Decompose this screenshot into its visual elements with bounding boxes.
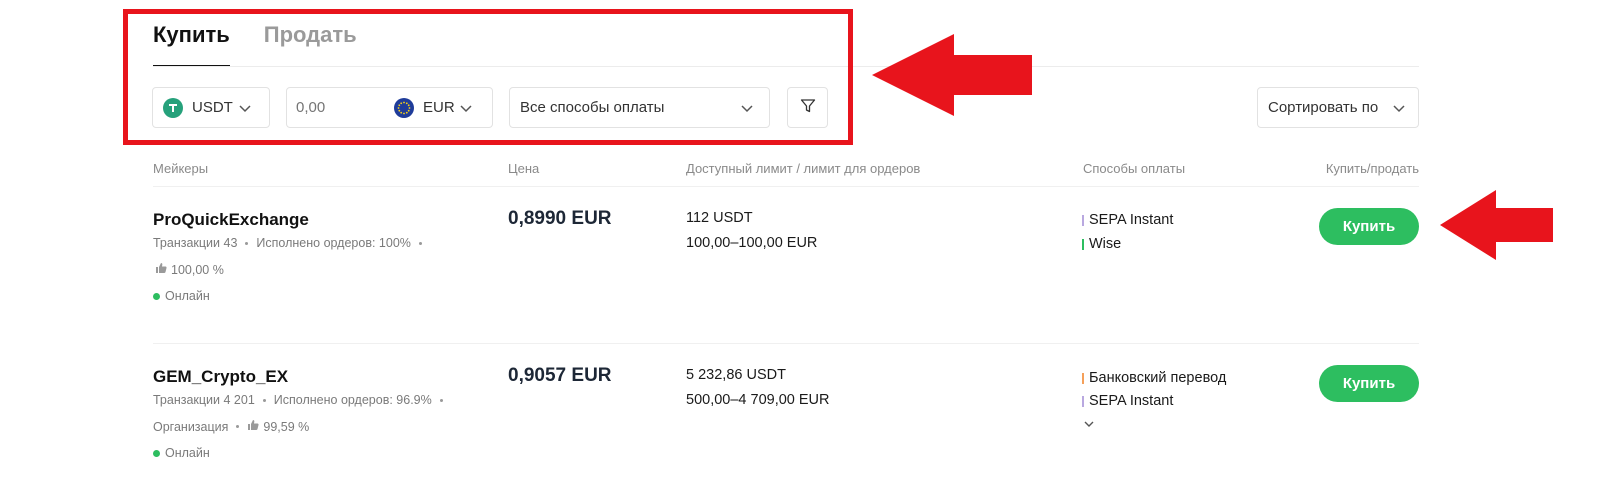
completion-rate: Исполнено ордеров: 100% (256, 236, 411, 250)
sort-select[interactable]: Сортировать по (1257, 87, 1419, 128)
payment-method-label: Wise (1089, 236, 1122, 252)
payment-method: SEPA Instant (1082, 393, 1173, 409)
column-header-price: Цена (508, 161, 540, 176)
offer-price: 0,9057 EUR (508, 365, 612, 386)
online-status: Онлайн (153, 289, 210, 303)
column-header-action: Купить/продать (1325, 161, 1419, 176)
online-dot-icon (153, 449, 160, 457)
online-label: Онлайн (165, 289, 210, 303)
payment-method: Банковский перевод (1082, 370, 1226, 386)
column-header-payment: Способы оплаты (1083, 161, 1186, 176)
expand-payments-toggle[interactable] (1083, 416, 1095, 434)
buy-button[interactable]: Купить (1319, 365, 1419, 402)
thumbs-up-icon (247, 419, 259, 434)
order-limit: 100,00–100,00 EUR (686, 235, 818, 251)
transactions-count: Транзакции 4 201 (153, 393, 255, 407)
online-status: Онлайн (153, 446, 210, 460)
payment-method: SEPA Instant (1082, 212, 1173, 228)
maker-name[interactable]: ProQuickExchange (153, 210, 309, 230)
buy-button[interactable]: Купить (1319, 208, 1419, 245)
chevron-down-icon (1392, 101, 1406, 115)
rating: 100,00 % (155, 262, 224, 277)
completion-rate: Исполнено ордеров: 96.9% (273, 393, 432, 407)
divider (153, 343, 1419, 344)
available-amount: 112 USDT (686, 210, 753, 226)
order-limit: 500,00–4 709,00 EUR (686, 392, 830, 408)
sort-label: Сортировать по (1268, 99, 1379, 116)
divider (153, 186, 1419, 187)
online-dot-icon (153, 292, 160, 300)
thumbs-up-icon (155, 262, 167, 277)
payment-method-label: SEPA Instant (1089, 393, 1174, 409)
annotation-arrow-left (872, 34, 1032, 116)
offer-price: 0,8990 EUR (508, 208, 612, 229)
payment-method-label: Банковский перевод (1089, 370, 1227, 386)
rating-value: 99,59 % (263, 419, 310, 434)
maker-badges: Организация 99,59 % (153, 419, 309, 434)
maker-name[interactable]: GEM_Crypto_EX (153, 367, 288, 387)
online-label: Онлайн (165, 446, 210, 460)
column-header-limit: Доступный лимит / лимит для ордеров (686, 161, 921, 176)
column-header-makers: Мейкеры (153, 161, 209, 176)
payment-method-label: SEPA Instant (1089, 212, 1174, 228)
maker-stats: Транзакции 43 Исполнено ордеров: 100% (153, 236, 430, 250)
rating-value: 100,00 % (171, 262, 224, 277)
transactions-count: Транзакции 43 (153, 236, 238, 250)
organization-badge: Организация (153, 419, 229, 434)
available-amount: 5 232,86 USDT (686, 367, 786, 383)
chevron-down-icon (1084, 421, 1094, 427)
annotation-arrow-left (1440, 190, 1553, 260)
payment-method: Wise (1082, 236, 1121, 252)
maker-stats: Транзакции 4 201 Исполнено ордеров: 96.9… (153, 393, 451, 407)
annotation-highlight-box (123, 9, 853, 145)
